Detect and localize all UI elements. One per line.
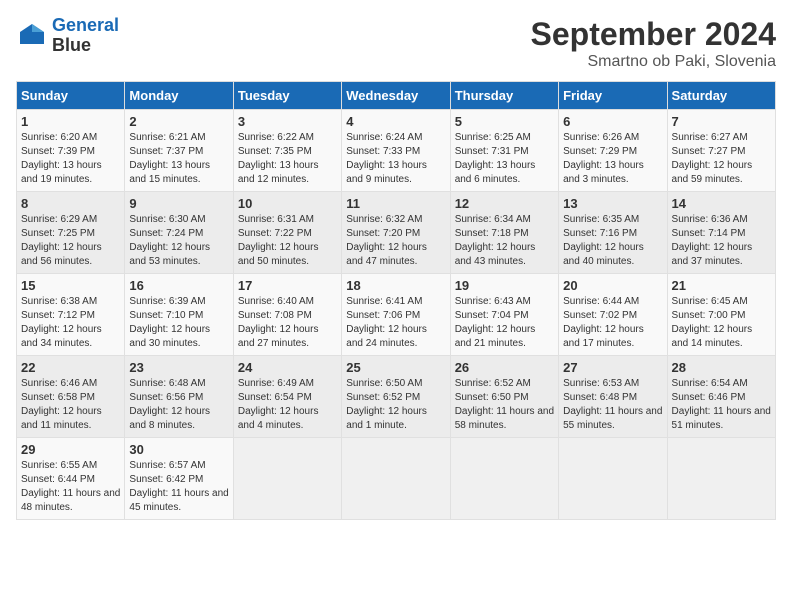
table-row: 25Sunrise: 6:50 AMSunset: 6:52 PMDayligh… <box>342 356 450 438</box>
header-monday: Monday <box>125 82 233 110</box>
table-row: 28Sunrise: 6:54 AMSunset: 6:46 PMDayligh… <box>667 356 775 438</box>
table-row: 11Sunrise: 6:32 AMSunset: 7:20 PMDayligh… <box>342 192 450 274</box>
table-row: 18Sunrise: 6:41 AMSunset: 7:06 PMDayligh… <box>342 274 450 356</box>
table-row: 19Sunrise: 6:43 AMSunset: 7:04 PMDayligh… <box>450 274 558 356</box>
header-tuesday: Tuesday <box>233 82 341 110</box>
table-row: 6Sunrise: 6:26 AMSunset: 7:29 PMDaylight… <box>559 110 667 192</box>
table-row: 8Sunrise: 6:29 AMSunset: 7:25 PMDaylight… <box>17 192 125 274</box>
month-title: September 2024 <box>531 16 776 53</box>
header-friday: Friday <box>559 82 667 110</box>
header-wednesday: Wednesday <box>342 82 450 110</box>
header-saturday: Saturday <box>667 82 775 110</box>
location: Smartno ob Paki, Slovenia <box>531 53 776 71</box>
table-row <box>559 438 667 520</box>
calendar-week-3: 15Sunrise: 6:38 AMSunset: 7:12 PMDayligh… <box>17 274 776 356</box>
table-row: 2Sunrise: 6:21 AMSunset: 7:37 PMDaylight… <box>125 110 233 192</box>
table-row: 30Sunrise: 6:57 AMSunset: 6:42 PMDayligh… <box>125 438 233 520</box>
logo-icon <box>16 20 48 52</box>
table-row: 12Sunrise: 6:34 AMSunset: 7:18 PMDayligh… <box>450 192 558 274</box>
table-row: 9Sunrise: 6:30 AMSunset: 7:24 PMDaylight… <box>125 192 233 274</box>
table-row: 23Sunrise: 6:48 AMSunset: 6:56 PMDayligh… <box>125 356 233 438</box>
table-row <box>342 438 450 520</box>
logo-text: GeneralBlue <box>52 16 119 56</box>
table-row: 16Sunrise: 6:39 AMSunset: 7:10 PMDayligh… <box>125 274 233 356</box>
table-row: 14Sunrise: 6:36 AMSunset: 7:14 PMDayligh… <box>667 192 775 274</box>
table-row: 4Sunrise: 6:24 AMSunset: 7:33 PMDaylight… <box>342 110 450 192</box>
table-row: 21Sunrise: 6:45 AMSunset: 7:00 PMDayligh… <box>667 274 775 356</box>
title-block: September 2024 Smartno ob Paki, Slovenia <box>531 16 776 71</box>
table-row: 10Sunrise: 6:31 AMSunset: 7:22 PMDayligh… <box>233 192 341 274</box>
header-sunday: Sunday <box>17 82 125 110</box>
calendar-week-5: 29Sunrise: 6:55 AMSunset: 6:44 PMDayligh… <box>17 438 776 520</box>
table-row <box>450 438 558 520</box>
table-row: 22Sunrise: 6:46 AMSunset: 6:58 PMDayligh… <box>17 356 125 438</box>
table-row: 24Sunrise: 6:49 AMSunset: 6:54 PMDayligh… <box>233 356 341 438</box>
calendar-week-4: 22Sunrise: 6:46 AMSunset: 6:58 PMDayligh… <box>17 356 776 438</box>
table-row: 1Sunrise: 6:20 AMSunset: 7:39 PMDaylight… <box>17 110 125 192</box>
table-row: 20Sunrise: 6:44 AMSunset: 7:02 PMDayligh… <box>559 274 667 356</box>
header-row: Sunday Monday Tuesday Wednesday Thursday… <box>17 82 776 110</box>
table-row <box>233 438 341 520</box>
table-row <box>667 438 775 520</box>
calendar-body: 1Sunrise: 6:20 AMSunset: 7:39 PMDaylight… <box>17 110 776 520</box>
table-row: 29Sunrise: 6:55 AMSunset: 6:44 PMDayligh… <box>17 438 125 520</box>
calendar-table: Sunday Monday Tuesday Wednesday Thursday… <box>16 81 776 520</box>
table-row: 26Sunrise: 6:52 AMSunset: 6:50 PMDayligh… <box>450 356 558 438</box>
table-row: 3Sunrise: 6:22 AMSunset: 7:35 PMDaylight… <box>233 110 341 192</box>
table-row: 15Sunrise: 6:38 AMSunset: 7:12 PMDayligh… <box>17 274 125 356</box>
table-row: 13Sunrise: 6:35 AMSunset: 7:16 PMDayligh… <box>559 192 667 274</box>
table-row: 5Sunrise: 6:25 AMSunset: 7:31 PMDaylight… <box>450 110 558 192</box>
table-row: 27Sunrise: 6:53 AMSunset: 6:48 PMDayligh… <box>559 356 667 438</box>
table-row: 17Sunrise: 6:40 AMSunset: 7:08 PMDayligh… <box>233 274 341 356</box>
header-thursday: Thursday <box>450 82 558 110</box>
page-header: GeneralBlue September 2024 Smartno ob Pa… <box>16 16 776 71</box>
calendar-week-1: 1Sunrise: 6:20 AMSunset: 7:39 PMDaylight… <box>17 110 776 192</box>
calendar-week-2: 8Sunrise: 6:29 AMSunset: 7:25 PMDaylight… <box>17 192 776 274</box>
table-row: 7Sunrise: 6:27 AMSunset: 7:27 PMDaylight… <box>667 110 775 192</box>
logo: GeneralBlue <box>16 16 119 56</box>
calendar-header: Sunday Monday Tuesday Wednesday Thursday… <box>17 82 776 110</box>
